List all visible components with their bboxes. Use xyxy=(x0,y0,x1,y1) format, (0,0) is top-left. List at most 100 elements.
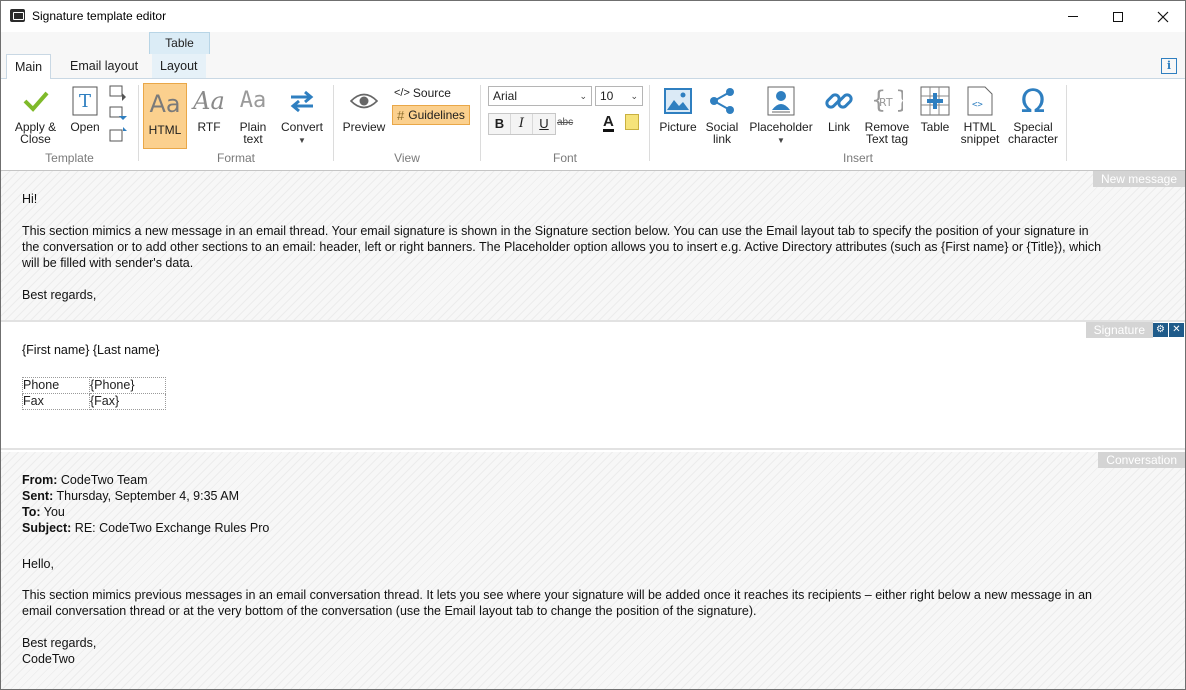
conversation-to: To: You xyxy=(22,504,65,520)
html-snippet-button[interactable]: <> HTML snippet xyxy=(958,83,1002,145)
convert-button[interactable]: Convert ▼ xyxy=(277,83,327,147)
close-button[interactable] xyxy=(1140,1,1186,32)
export-template-icon xyxy=(109,106,127,120)
font-size-select[interactable]: 10 ⌄ xyxy=(595,86,643,106)
rtf-format-button[interactable]: Aa RTF xyxy=(191,83,227,133)
link-button[interactable]: Link xyxy=(820,83,858,133)
link-label: Link xyxy=(827,120,850,134)
new-message-greeting: Hi! xyxy=(22,192,38,206)
context-tab-header-table: Table xyxy=(149,32,210,54)
signature-settings-icon[interactable]: ⚙ xyxy=(1153,323,1168,337)
new-message-body-line: will be filled with sender's data. xyxy=(22,256,194,270)
minimize-button[interactable] xyxy=(1050,1,1096,32)
bold-button[interactable]: B xyxy=(489,114,511,134)
import-template-icon xyxy=(109,127,127,142)
grid-icon: # xyxy=(397,107,405,123)
from-label: From: xyxy=(22,473,58,487)
omega-icon: Ω xyxy=(1020,82,1046,120)
preview-button[interactable]: Preview xyxy=(342,83,386,133)
tabs-row: Main Email layout Layout i xyxy=(1,54,1185,80)
underline-button[interactable]: U xyxy=(533,114,555,134)
new-message-section[interactable]: New message Hi! This section mimics a ne… xyxy=(1,171,1185,320)
placeholder-button[interactable]: Placeholder ▼ xyxy=(748,83,814,147)
conversation-section-label: Conversation xyxy=(1098,452,1185,468)
signature-name-line: {First name} {Last name} xyxy=(22,343,160,357)
checkmark-icon xyxy=(23,91,49,112)
new-message-closing: Best regards, xyxy=(22,288,97,302)
strikethrough-button[interactable]: abc xyxy=(557,117,573,128)
new-message-section-label: New message xyxy=(1092,171,1185,187)
plain-text-label: Plain text xyxy=(239,120,267,146)
subject-label: Subject: xyxy=(22,521,72,535)
conversation-section[interactable]: Conversation From: CodeTwo Team Sent: Th… xyxy=(1,452,1185,689)
italic-button[interactable]: I xyxy=(511,114,533,134)
remove-text-tag-icon: {RT} xyxy=(871,86,903,114)
picture-button[interactable]: Picture xyxy=(658,83,698,133)
table-cell: Phone xyxy=(22,377,90,394)
source-button[interactable]: </> Source xyxy=(394,86,451,100)
link-chain-icon xyxy=(825,93,853,109)
guidelines-button[interactable]: # Guidelines xyxy=(392,105,470,125)
tab-email-layout[interactable]: Email layout xyxy=(62,54,146,79)
open-label: Open xyxy=(70,120,100,134)
new-message-body-line: the conversation or to add other section… xyxy=(22,240,1102,254)
app-icon xyxy=(10,9,25,22)
group-view: Preview </> Source # Guidelines View xyxy=(334,79,480,171)
info-icon[interactable]: i xyxy=(1161,58,1177,74)
highlight-icon[interactable] xyxy=(625,114,639,130)
social-link-button[interactable]: Social link xyxy=(704,83,740,145)
font-color-button[interactable]: A xyxy=(603,114,614,132)
tab-layout[interactable]: Layout xyxy=(152,54,206,78)
eye-icon xyxy=(350,93,378,109)
html-snippet-icon: <> xyxy=(967,86,993,116)
conversation-closing: Best regards, xyxy=(22,636,97,650)
save-template-icon xyxy=(109,85,126,101)
html-snippet-label: HTML snippet xyxy=(960,120,1000,146)
font-name-value: Arial xyxy=(493,89,518,103)
html-format-button[interactable]: Aa HTML xyxy=(143,83,187,149)
social-link-label: Social link xyxy=(705,120,739,146)
maximize-button[interactable] xyxy=(1095,1,1141,32)
plain-text-format-button[interactable]: Aa Plain text xyxy=(233,83,273,146)
guidelines-label: Guidelines xyxy=(408,108,465,122)
conversation-subject: Subject: RE: CodeTwo Exchange Rules Pro xyxy=(22,520,269,536)
picture-icon xyxy=(664,88,692,114)
rtf-label: RTF xyxy=(197,120,221,134)
svg-text:RT: RT xyxy=(879,96,893,109)
group-font-label: Font xyxy=(552,151,577,165)
tab-main[interactable]: Main xyxy=(6,54,52,80)
group-insert: Picture Social link Placeholder ▼ Link {… xyxy=(650,79,1066,171)
placeholder-label: Placeholder xyxy=(749,120,813,134)
ribbon-tab-strip: Table Main Email layout Layout i xyxy=(1,32,1185,80)
conversation-from: From: CodeTwo Team xyxy=(22,472,148,488)
signature-section[interactable]: Signature ⚙ ✕ {First name} {Last name} P… xyxy=(1,322,1185,448)
open-button[interactable]: T Open xyxy=(67,83,103,133)
signature-close-icon[interactable]: ✕ xyxy=(1169,323,1184,337)
font-name-select[interactable]: Arial ⌄ xyxy=(488,86,592,106)
template-export-button[interactable] xyxy=(109,106,127,122)
title-bar: Signature template editor xyxy=(1,1,1185,32)
table-cell: Fax xyxy=(22,393,90,410)
template-save-button[interactable] xyxy=(109,85,127,101)
font-size-value: 10 xyxy=(600,89,614,103)
svg-text:<>: <> xyxy=(972,100,983,110)
conversation-body-line: This section mimics previous messages in… xyxy=(22,588,1092,602)
conversation-signoff: CodeTwo xyxy=(22,652,75,666)
special-character-button[interactable]: Ω Special character xyxy=(1006,83,1060,145)
apply-close-button[interactable]: Apply & Close xyxy=(9,83,62,145)
chevron-down-icon: ⌄ xyxy=(579,91,587,101)
section-divider xyxy=(1,448,1185,450)
conversation-body-line: email conversation thread or at the very… xyxy=(22,604,757,618)
remove-text-tag-button[interactable]: {RT} Remove Text tag xyxy=(862,83,912,145)
minimize-icon xyxy=(1068,16,1078,17)
convert-label: Convert xyxy=(280,120,324,134)
maximize-icon xyxy=(1113,11,1123,22)
preview-label: Preview xyxy=(342,120,386,134)
group-view-label: View xyxy=(394,151,420,165)
from-value: CodeTwo Team xyxy=(60,473,148,487)
chevron-down-icon: ⌄ xyxy=(630,91,638,101)
conversation-sent: Sent: Thursday, September 4, 9:35 AM xyxy=(22,488,239,504)
signature-table[interactable]: Phone {Phone} Fax {Fax} xyxy=(22,377,166,410)
table-button[interactable]: Table xyxy=(916,83,954,133)
template-import-button[interactable] xyxy=(109,127,127,143)
